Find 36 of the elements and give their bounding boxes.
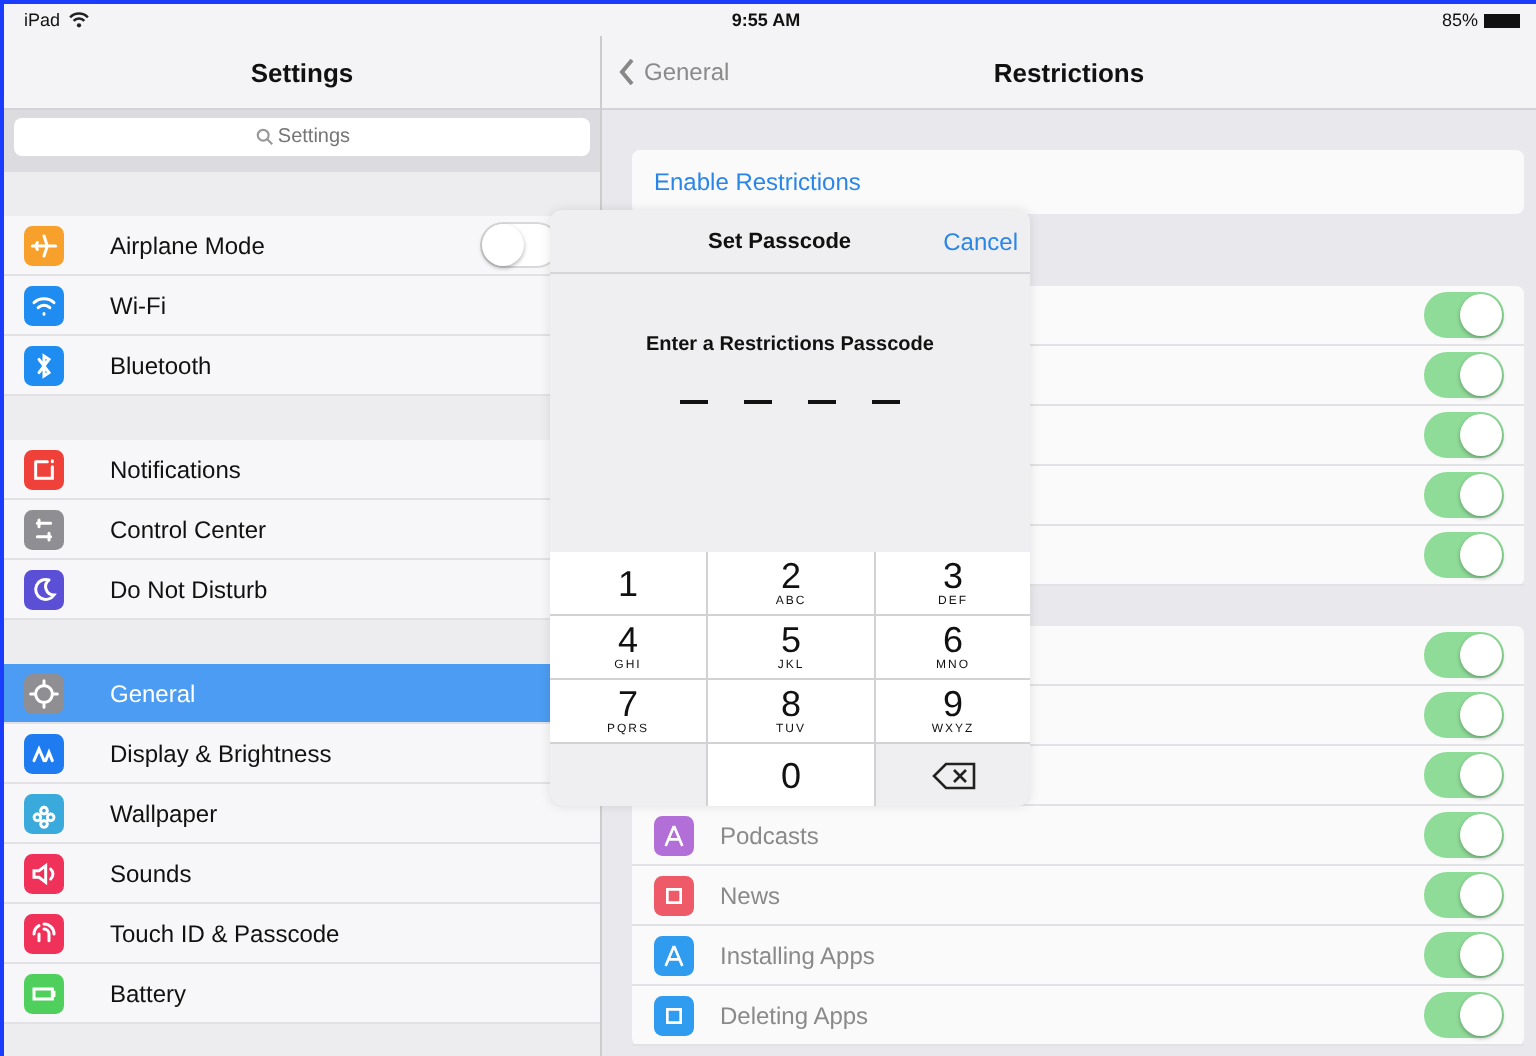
battery-percent: 85%	[1441, 10, 1478, 30]
sidebar-title: Settings	[250, 57, 354, 87]
toggle-switch[interactable]	[1424, 992, 1504, 1038]
keypad-key[interactable]: 1	[550, 552, 706, 614]
toggle-switch[interactable]	[1424, 692, 1504, 738]
back-chevron-icon	[618, 58, 636, 86]
toggle-switch[interactable]	[1424, 352, 1504, 398]
toggle-switch[interactable]	[1424, 752, 1504, 798]
enable-restrictions-link[interactable]: Enable Restrictions	[654, 168, 861, 196]
restriction-label: Podcasts	[720, 821, 819, 849]
search-icon	[256, 128, 274, 146]
restriction-label: Deleting Apps	[720, 1001, 869, 1029]
toggle-switch[interactable]	[1424, 292, 1504, 338]
toggle-switch[interactable]	[1424, 812, 1504, 858]
toggle-switch[interactable]	[1424, 472, 1504, 518]
toggle-switch[interactable]	[1424, 872, 1504, 918]
settings-item[interactable]: Touch ID & Passcode	[4, 904, 600, 964]
search-field[interactable]: Settings	[14, 118, 590, 156]
backspace-icon	[931, 761, 975, 789]
passcode-prompt: Enter a Restrictions Passcode	[646, 334, 934, 356]
toggle-switch[interactable]	[1424, 532, 1504, 578]
device-name: iPad	[24, 10, 61, 30]
status-time: 9:55 AM	[729, 10, 803, 30]
settings-item[interactable]: Sounds	[4, 844, 600, 904]
restriction-label: News	[720, 881, 781, 909]
settings-item[interactable]: Battery	[4, 964, 600, 1024]
toggle-switch[interactable]	[1424, 412, 1504, 458]
toggle-switch[interactable]	[1424, 632, 1504, 678]
delete-key[interactable]	[876, 744, 1030, 806]
page-title: Restrictions	[993, 57, 1145, 87]
battery-icon	[1484, 13, 1520, 27]
keypad-key[interactable]: 0	[708, 744, 874, 806]
restriction-label: Installing Apps	[720, 941, 875, 969]
wifi-icon	[68, 12, 91, 28]
dialog-title: Set Passcode	[708, 229, 852, 253]
toggle-switch[interactable]	[1424, 932, 1504, 978]
